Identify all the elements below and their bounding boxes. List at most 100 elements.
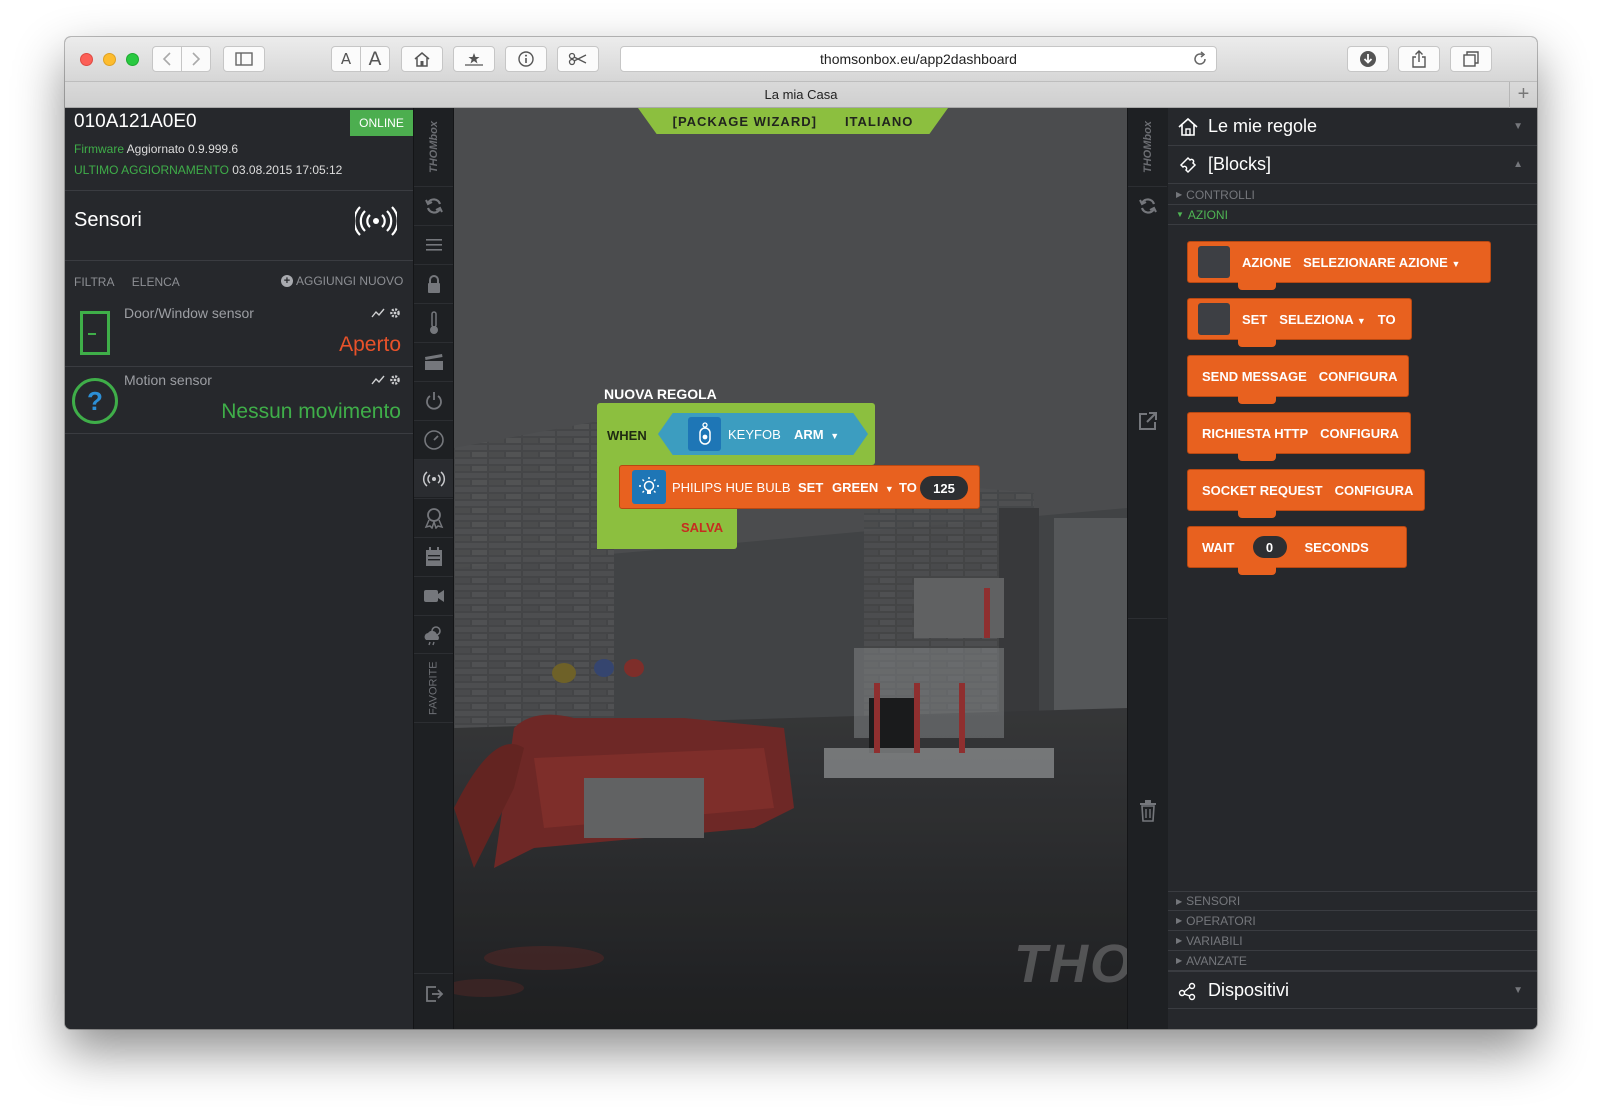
app-area: 010A121A0E0 ONLINE Firmware Aggiornato 0…: [65, 108, 1537, 1029]
devices-header[interactable]: Dispositivi ▼: [1168, 971, 1537, 1009]
calendar-icon[interactable]: [414, 537, 453, 575]
category-sensors[interactable]: ▶ SENSORI: [1168, 891, 1537, 911]
my-rules-header[interactable]: Le mie regole ▼: [1168, 108, 1537, 146]
favorites-tab[interactable]: FAVORITE: [414, 653, 453, 723]
tabs-icon: [1463, 51, 1479, 67]
sensor-item-door-window[interactable]: Door/Window sensor Aperto: [65, 301, 413, 367]
forward-button[interactable]: [181, 46, 211, 72]
block-value[interactable]: CONFIGURA: [1319, 369, 1398, 384]
clapperboard-icon[interactable]: [414, 342, 453, 380]
category-label: OPERATORI: [1186, 913, 1256, 928]
weather-icon[interactable]: [414, 615, 453, 653]
info-button[interactable]: [505, 46, 547, 72]
bookmarks-button[interactable]: [453, 46, 495, 72]
thermometer-icon[interactable]: [414, 303, 453, 341]
block-label: AZIONE: [1242, 254, 1292, 270]
gauge-icon[interactable]: [414, 420, 453, 458]
sensors-title: Sensori: [74, 209, 142, 231]
list-button[interactable]: ELENCA: [132, 275, 180, 289]
category-actions[interactable]: ▼ AZIONI: [1168, 205, 1537, 225]
browser-window: A A thomsonbox.eu/app2dashboard La mia C…: [65, 37, 1537, 1029]
category-advanced[interactable]: ▶ AVANZATE: [1168, 951, 1537, 971]
block-send-message[interactable]: SEND MESSAGE CONFIGURA: [1187, 355, 1409, 404]
block-azione[interactable]: AZIONE SELEZIONARE AZIONE ▼: [1187, 241, 1491, 290]
blocks-header[interactable]: [Blocks] ▲: [1168, 146, 1537, 184]
package-wizard-label[interactable]: [PACKAGE WIZARD]: [673, 114, 817, 129]
reload-icon[interactable]: [1192, 51, 1208, 70]
menu-icon[interactable]: [414, 225, 453, 263]
rule-editor-canvas[interactable]: [PACKAGE WIZARD] ITALIANO THO NUOVA REGO…: [454, 108, 1127, 1029]
action-channel-dropdown[interactable]: GREEN ▼: [832, 480, 894, 495]
block-connector: [1238, 510, 1276, 518]
trash-icon[interactable]: [1128, 792, 1167, 830]
video-camera-icon[interactable]: [414, 576, 453, 614]
category-controls[interactable]: ▶ CONTROLLI: [1168, 185, 1537, 205]
refresh-icon[interactable]: [1128, 186, 1167, 224]
sensors-category-icon[interactable]: [414, 459, 453, 497]
lock-icon[interactable]: [414, 264, 453, 302]
home-button[interactable]: [401, 46, 443, 72]
font-smaller-button[interactable]: A: [331, 46, 361, 72]
new-tab-button[interactable]: +: [1509, 82, 1537, 108]
category-variables[interactable]: ▶ VARIABILI: [1168, 931, 1537, 951]
info-icon: [518, 51, 534, 67]
package-wizard-banner[interactable]: [PACKAGE WIZARD] ITALIANO: [638, 108, 948, 134]
gear-icon[interactable]: [389, 307, 401, 322]
zoom-window-button[interactable]: [126, 53, 139, 66]
category-operators[interactable]: ▶ OPERATORI: [1168, 911, 1537, 931]
sidebar-button[interactable]: [223, 46, 265, 72]
firmware-line: Firmware Aggiornato 0.9.999.6: [74, 142, 238, 156]
editor-tools-bar: THOMbox: [1127, 108, 1168, 1029]
address-bar[interactable]: thomsonbox.eu/app2dashboard: [620, 46, 1217, 72]
action-value-input[interactable]: 125: [920, 476, 968, 500]
devices-label: Dispositivi: [1208, 979, 1290, 1000]
tabs-overview-button[interactable]: [1450, 46, 1492, 72]
block-socket-request[interactable]: SOCKET REQUEST CONFIGURA: [1187, 469, 1425, 518]
chart-line-icon[interactable]: [371, 374, 385, 389]
power-icon[interactable]: [414, 381, 453, 419]
close-window-button[interactable]: [80, 53, 93, 66]
brand-logo: THOMbox: [1142, 121, 1154, 173]
gear-icon[interactable]: [389, 374, 401, 389]
back-button[interactable]: [152, 46, 182, 72]
triangle-down-icon: ▼: [1176, 210, 1184, 219]
triangle-right-icon: ▶: [1176, 916, 1183, 925]
save-rule-button[interactable]: SALVA: [681, 520, 723, 535]
trigger-value: ARM: [794, 427, 824, 442]
external-link-icon[interactable]: [1128, 402, 1167, 440]
language-label[interactable]: ITALIANO: [845, 114, 913, 129]
sensor-item-motion[interactable]: ? Motion sensor Nessun movimento: [65, 368, 413, 434]
sensor-name: Motion sensor: [124, 372, 212, 388]
category-label: AVANZATE: [1186, 953, 1247, 968]
network-nodes-icon: [1178, 981, 1198, 1006]
font-larger-button[interactable]: A: [360, 46, 390, 72]
triangle-right-icon: ▶: [1176, 896, 1183, 906]
room-background-image: [454, 108, 1127, 1029]
downloads-button[interactable]: [1347, 46, 1389, 72]
share-button[interactable]: [1398, 46, 1440, 72]
philips-hue-action-block[interactable]: PHILIPS HUE BULB SET GREEN ▼ TO 125: [619, 465, 980, 509]
block-set[interactable]: SET SELEZIONA ▼ TO: [1187, 298, 1412, 347]
logout-icon[interactable]: [414, 973, 453, 1013]
refresh-icon[interactable]: [414, 186, 453, 224]
minimize-window-button[interactable]: [103, 53, 116, 66]
trigger-value-dropdown[interactable]: ARM ▼: [794, 427, 839, 442]
clip-button[interactable]: [557, 46, 599, 72]
filter-button[interactable]: FILTRA: [74, 275, 114, 289]
block-dropdown[interactable]: SELEZIONARE AZIONE ▼: [1303, 255, 1460, 270]
sensor-name: Door/Window sensor: [124, 305, 254, 321]
action-device-label: PHILIPS HUE BULB: [672, 480, 791, 495]
chart-line-icon[interactable]: [371, 307, 385, 322]
block-http-request[interactable]: RICHIESTA HTTP CONFIGURA: [1187, 412, 1411, 461]
block-value[interactable]: CONFIGURA: [1320, 426, 1399, 441]
tab-title[interactable]: La mia Casa: [765, 87, 838, 102]
block-value[interactable]: CONFIGURA: [1335, 483, 1414, 498]
keyfob-trigger-block[interactable]: KEYFOB ARM ▼: [658, 413, 868, 455]
block-dropdown[interactable]: SELEZIONA ▼: [1279, 312, 1365, 327]
wait-seconds-input[interactable]: 0: [1252, 536, 1287, 558]
light-bulb-icon: [632, 470, 666, 504]
wireless-signal-icon[interactable]: [353, 206, 399, 241]
block-wait[interactable]: WAIT 0 SECONDS: [1187, 526, 1407, 575]
add-new-button[interactable]: + AGGIUNGI NUOVO: [281, 274, 403, 288]
award-icon[interactable]: [414, 498, 453, 536]
